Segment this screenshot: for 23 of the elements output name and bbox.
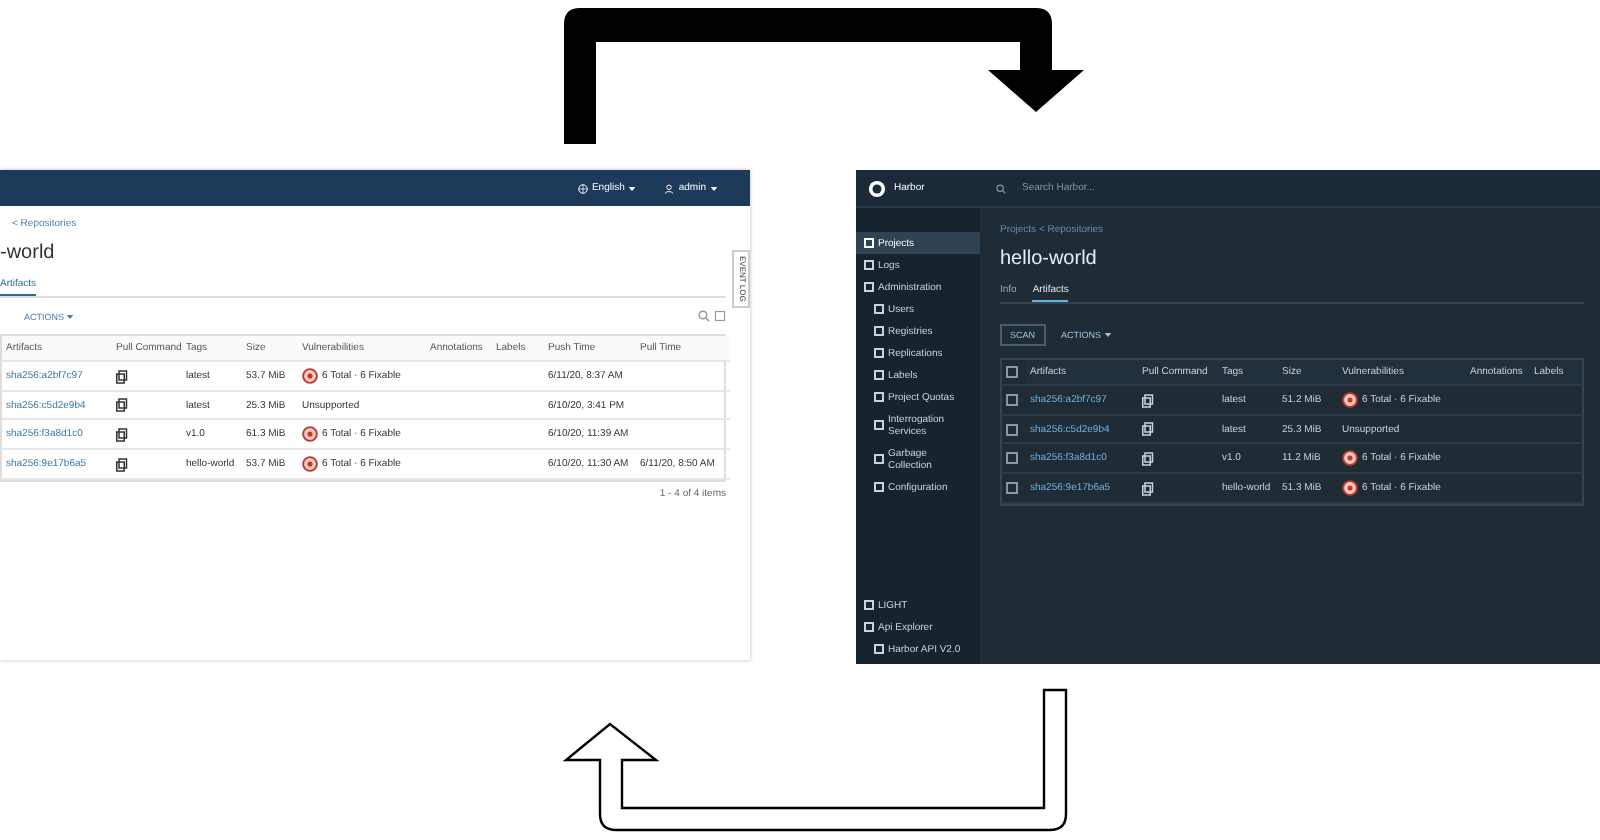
copy-icon[interactable] [116,398,128,412]
caret-icon [628,185,637,191]
search-icon[interactable] [698,310,710,322]
search-icon [996,183,1006,193]
checkbox[interactable] [1006,366,1018,378]
page-title: hello-world [1000,248,1099,270]
copy-icon[interactable] [116,457,128,471]
checkbox[interactable] [1006,452,1018,464]
page-title: -world [0,242,57,264]
globe-icon [577,183,588,193]
caret-icon [66,313,75,319]
caret-icon [1103,332,1112,338]
checkbox[interactable] [1006,394,1018,406]
user-icon [664,183,675,193]
caret-icon [710,185,718,191]
copy-icon[interactable] [116,369,128,383]
refresh-icon[interactable] [714,310,726,322]
severity-icon [1342,392,1358,408]
checkbox[interactable] [1006,482,1018,494]
copy-icon[interactable] [116,427,128,441]
logo-icon [868,179,886,197]
severity-icon [302,368,318,384]
checkbox[interactable] [1006,423,1018,435]
